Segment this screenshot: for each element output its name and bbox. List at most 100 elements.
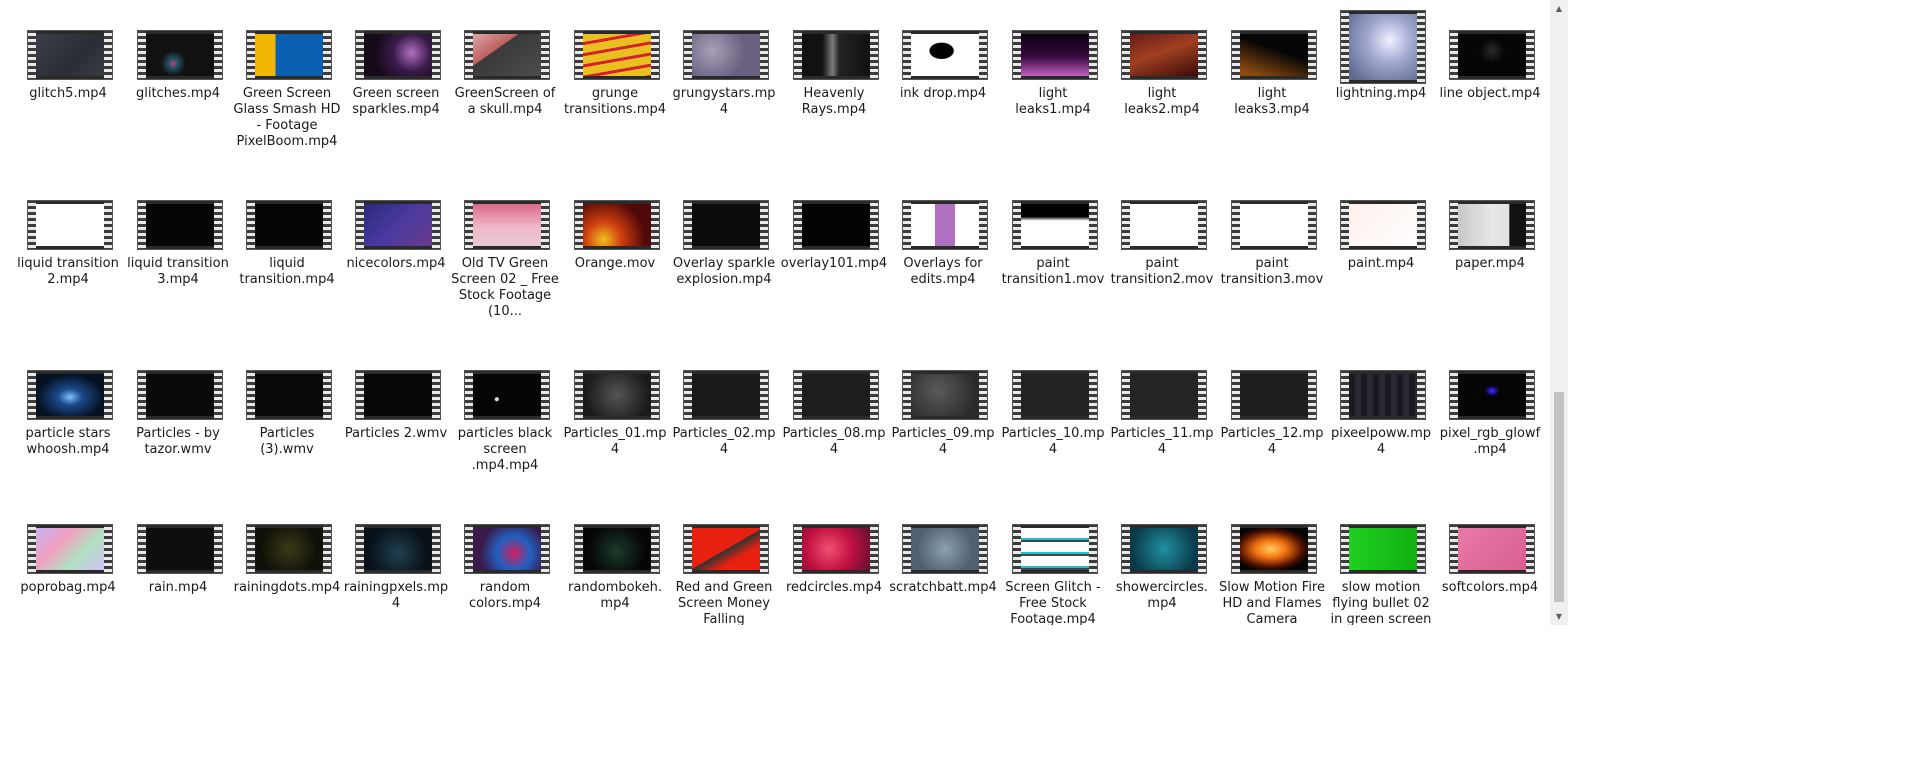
file-tile[interactable]: Orange.mov: [561, 201, 669, 301]
video-thumbnail[interactable]: [1450, 201, 1534, 249]
file-tile[interactable]: paper.mp4: [1436, 201, 1544, 301]
file-tile[interactable]: slow motion flying bullet 02 in green sc…: [1327, 525, 1435, 625]
file-tile[interactable]: Particles 2.wmv: [342, 371, 450, 471]
video-thumbnail[interactable]: [356, 525, 440, 573]
file-tile[interactable]: Particles_12.mp4: [1218, 371, 1326, 471]
video-thumbnail[interactable]: [28, 31, 112, 79]
video-thumbnail[interactable]: [247, 31, 331, 79]
file-tile[interactable]: Particles_11.mp4: [1108, 371, 1216, 471]
file-tile[interactable]: nicecolors.mp4: [342, 201, 450, 301]
file-tile[interactable]: rainingdots.mp4: [233, 525, 341, 625]
file-tile[interactable]: Red and Green Screen Money Falling: [670, 525, 778, 625]
file-tile[interactable]: grungystars.mp4: [670, 31, 778, 131]
file-tile[interactable]: Particles (3).wmv: [233, 371, 341, 471]
file-tile[interactable]: Particles - by tazor.wmv: [124, 371, 232, 471]
file-tile[interactable]: paint transition1.mov: [999, 201, 1107, 301]
video-thumbnail[interactable]: [1450, 31, 1534, 79]
file-tile[interactable]: Particles_09.mp4: [889, 371, 997, 471]
file-tile[interactable]: GreenScreen of a skull.mp4: [451, 31, 559, 131]
file-tile[interactable]: glitches.mp4: [124, 31, 232, 131]
video-thumbnail[interactable]: [1013, 31, 1097, 79]
scroll-up-icon[interactable]: ▲: [1550, 0, 1568, 17]
video-thumbnail[interactable]: [1232, 31, 1316, 79]
file-tile[interactable]: particles black screen .mp4.mp4: [451, 371, 559, 473]
video-thumbnail[interactable]: [684, 371, 768, 419]
video-thumbnail[interactable]: [794, 201, 878, 249]
file-tile[interactable]: light leaks3.mp4: [1218, 31, 1326, 131]
scroll-down-icon[interactable]: ▼: [1550, 608, 1568, 625]
file-tile[interactable]: softcolors.mp4: [1436, 525, 1544, 625]
video-thumbnail[interactable]: [28, 525, 112, 573]
file-tile[interactable]: redcircles.mp4: [780, 525, 888, 625]
video-thumbnail[interactable]: [684, 31, 768, 79]
video-thumbnail[interactable]: [794, 525, 878, 573]
file-tile[interactable]: glitch5.mp4: [14, 31, 122, 131]
file-tile[interactable]: paint transition2.mov: [1108, 201, 1216, 301]
file-tile[interactable]: paint transition3.mov: [1218, 201, 1326, 301]
video-thumbnail[interactable]: [1341, 371, 1425, 419]
video-thumbnail[interactable]: [356, 31, 440, 79]
video-thumbnail[interactable]: [684, 201, 768, 249]
file-tile[interactable]: Slow Motion Fire HD and Flames Camera: [1218, 525, 1326, 625]
file-tile[interactable]: pixeelpoww.mp4: [1327, 371, 1435, 471]
file-tile[interactable]: randombokeh. mp4: [561, 525, 669, 625]
file-tile[interactable]: Screen Glitch - Free Stock Footage.mp4: [999, 525, 1107, 625]
file-tile[interactable]: particle stars whoosh.mp4: [14, 371, 122, 471]
scrollbar-thumb[interactable]: [1554, 392, 1564, 602]
video-thumbnail[interactable]: [465, 31, 549, 79]
video-thumbnail[interactable]: [684, 525, 768, 573]
file-tile[interactable]: Particles_10.mp4: [999, 371, 1107, 471]
file-tile[interactable]: Old TV Green Screen 02 _ Free Stock Foot…: [451, 201, 559, 319]
file-tile[interactable]: light leaks2.mp4: [1108, 31, 1216, 131]
file-tile[interactable]: scratchbatt.mp4: [889, 525, 997, 625]
video-thumbnail[interactable]: [1450, 525, 1534, 573]
video-thumbnail[interactable]: [1450, 371, 1534, 419]
video-thumbnail[interactable]: [575, 371, 659, 419]
video-thumbnail[interactable]: [1122, 31, 1206, 79]
vertical-scrollbar[interactable]: ▲ ▼: [1550, 0, 1568, 625]
video-thumbnail[interactable]: [356, 201, 440, 249]
file-tile[interactable]: Heavenly Rays.mp4: [780, 31, 888, 131]
video-thumbnail[interactable]: [28, 201, 112, 249]
video-thumbnail[interactable]: [1341, 11, 1425, 83]
file-tile[interactable]: liquid transition.mp4: [233, 201, 341, 301]
video-thumbnail[interactable]: [1341, 525, 1425, 573]
video-thumbnail[interactable]: [1232, 525, 1316, 573]
video-thumbnail[interactable]: [138, 525, 222, 573]
video-thumbnail[interactable]: [794, 371, 878, 419]
file-tile[interactable]: Particles_01.mp4: [561, 371, 669, 471]
file-tile[interactable]: overlay101.mp4: [780, 201, 888, 301]
file-tile[interactable]: random colors.mp4: [451, 525, 559, 625]
video-thumbnail[interactable]: [575, 31, 659, 79]
file-tile[interactable]: paint.mp4: [1327, 201, 1435, 301]
file-tile[interactable]: showercircles. mp4: [1108, 525, 1216, 625]
video-thumbnail[interactable]: [356, 371, 440, 419]
video-thumbnail[interactable]: [903, 371, 987, 419]
file-tile[interactable]: grunge transitions.mp4: [561, 31, 669, 131]
video-thumbnail[interactable]: [794, 31, 878, 79]
video-thumbnail[interactable]: [465, 201, 549, 249]
video-thumbnail[interactable]: [138, 31, 222, 79]
file-tile[interactable]: rain.mp4: [124, 525, 232, 625]
video-thumbnail[interactable]: [465, 525, 549, 573]
video-thumbnail[interactable]: [1232, 371, 1316, 419]
video-thumbnail[interactable]: [575, 201, 659, 249]
video-thumbnail[interactable]: [1013, 201, 1097, 249]
video-thumbnail[interactable]: [1122, 525, 1206, 573]
video-thumbnail[interactable]: [903, 201, 987, 249]
video-thumbnail[interactable]: [465, 371, 549, 419]
video-thumbnail[interactable]: [1122, 201, 1206, 249]
file-tile[interactable]: rainingpxels.mp4: [342, 525, 450, 625]
file-tile[interactable]: Overlays for edits.mp4: [889, 201, 997, 301]
video-thumbnail[interactable]: [247, 525, 331, 573]
video-thumbnail[interactable]: [1013, 525, 1097, 573]
file-tile[interactable]: Green Screen Glass Smash HD - Footage Pi…: [233, 31, 341, 149]
file-tile[interactable]: light leaks1.mp4: [999, 31, 1107, 131]
video-thumbnail[interactable]: [138, 201, 222, 249]
file-tile[interactable]: ink drop.mp4: [889, 31, 997, 131]
file-tile[interactable]: liquid transition 3.mp4: [124, 201, 232, 301]
file-tile[interactable]: lightning.mp4: [1327, 11, 1435, 131]
file-tile[interactable]: pixel_rgb_glowf .mp4: [1436, 371, 1544, 471]
file-tile[interactable]: Overlay sparkle explosion.mp4: [670, 201, 778, 301]
video-thumbnail[interactable]: [903, 525, 987, 573]
